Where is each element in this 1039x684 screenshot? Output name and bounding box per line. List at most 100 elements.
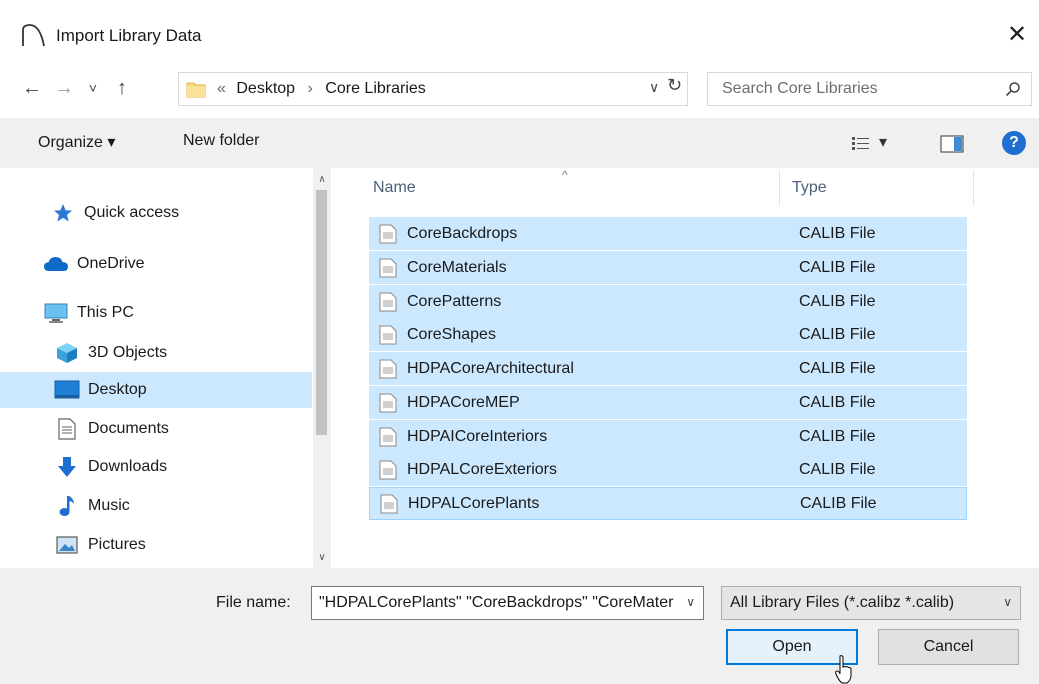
file-name: HDPAICoreInteriors: [407, 427, 548, 445]
back-button[interactable]: ←: [20, 74, 44, 102]
file-row[interactable]: HDPACoreArchitectural CALIB File: [369, 352, 967, 385]
picture-icon: [54, 534, 80, 556]
file-row[interactable]: CorePatterns CALIB File: [369, 285, 967, 318]
file-row[interactable]: CoreBackdrops CALIB File: [369, 217, 967, 250]
filter-dropdown-icon: ∨: [1003, 595, 1012, 609]
recent-locations-button[interactable]: ˅: [84, 74, 102, 102]
file-icon: [379, 224, 397, 243]
file-row[interactable]: HDPALCorePlants CALIB File: [369, 487, 967, 520]
breadcrumb-desktop[interactable]: Desktop: [236, 80, 295, 97]
address-bar[interactable]: « Desktop › Core Libraries ∨ ↻: [178, 72, 688, 106]
forward-button[interactable]: →: [52, 74, 76, 102]
nav-item-this-pc[interactable]: This PC: [0, 295, 312, 331]
file-type: CALIB File: [799, 325, 876, 343]
back-arrow-icon: ←: [22, 76, 42, 99]
file-type: CALIB File: [799, 258, 876, 276]
refresh-icon[interactable]: ↻: [667, 75, 682, 96]
nav-label: This PC: [77, 304, 134, 321]
file-row[interactable]: HDPAICoreInteriors CALIB File: [369, 420, 967, 453]
nav-item-quick-access[interactable]: Quick access: [0, 195, 312, 231]
address-dropdown-icon[interactable]: ∨: [649, 79, 659, 96]
file-row[interactable]: HDPACoreMEP CALIB File: [369, 386, 967, 419]
nav-label: OneDrive: [77, 255, 145, 272]
open-label: Open: [772, 638, 812, 655]
navigation-scrollbar[interactable]: ∧ ∨: [313, 168, 331, 568]
file-name-field[interactable]: "HDPALCorePlants" "CoreBackdrops" "CoreM…: [311, 586, 704, 620]
file-row[interactable]: CoreMaterials CALIB File: [369, 251, 967, 284]
nav-item-3d-objects[interactable]: 3D Objects: [0, 335, 312, 371]
file-name-dropdown-icon[interactable]: ∨: [686, 595, 695, 609]
breadcrumb-core-libraries[interactable]: Core Libraries: [325, 80, 425, 97]
arch-app-icon: [22, 24, 45, 47]
file-name: HDPACoreArchitectural: [407, 359, 574, 377]
file-row[interactable]: HDPALCoreExteriors CALIB File: [369, 453, 967, 486]
folder-icon: [186, 82, 206, 98]
file-type: CALIB File: [799, 393, 876, 411]
breadcrumb: « Desktop › Core Libraries: [217, 80, 426, 98]
file-icon: [379, 460, 397, 479]
address-row: ← → ˅ ↑ « Desktop › Core Libraries ∨ ↻ S…: [0, 66, 1039, 110]
new-folder-button[interactable]: New folder: [183, 132, 259, 150]
window-title: Import Library Data: [56, 26, 202, 45]
command-bar: Organize ▾ New folder ▾ ?: [0, 118, 1039, 168]
nav-label: Documents: [88, 420, 169, 437]
file-icon: [379, 292, 397, 311]
nav-item-desktop[interactable]: Desktop: [0, 372, 312, 408]
file-icon: [379, 325, 397, 344]
column-header-type[interactable]: Type: [792, 168, 827, 208]
cancel-button[interactable]: Cancel: [878, 629, 1019, 665]
download-arrow-icon: [54, 456, 80, 478]
desktop-icon: [54, 379, 80, 401]
dialog-footer: File name: "HDPALCorePlants" "CoreBackdr…: [0, 568, 1039, 684]
file-name-value: "HDPALCorePlants" "CoreBackdrops" "CoreM…: [319, 594, 674, 611]
chevron-down-icon: ˅: [88, 80, 98, 96]
column-header-name[interactable]: Name: [373, 168, 416, 208]
organize-button[interactable]: Organize ▾: [38, 132, 115, 152]
file-icon: [379, 393, 397, 412]
nav-label: Quick access: [84, 204, 180, 221]
nav-label: Pictures: [88, 536, 146, 553]
document-icon: [54, 418, 80, 440]
change-view-button[interactable]: ▾: [852, 134, 912, 154]
cloud-icon: [43, 253, 69, 275]
nav-item-onedrive[interactable]: OneDrive: [0, 246, 312, 282]
file-name: CorePatterns: [407, 292, 502, 310]
cancel-label: Cancel: [923, 638, 974, 655]
file-name: HDPALCoreExteriors: [407, 460, 557, 478]
star-icon: [50, 202, 76, 224]
column-divider[interactable]: [973, 170, 974, 206]
file-type: CALIB File: [799, 224, 876, 242]
scroll-up-icon[interactable]: ∧: [313, 170, 331, 188]
up-button[interactable]: ↑: [108, 74, 136, 102]
overflow-chevron-icon[interactable]: «: [217, 80, 226, 97]
nav-item-documents[interactable]: Documents: [0, 411, 312, 447]
breadcrumb-separator-icon[interactable]: ›: [308, 80, 313, 97]
close-icon: ✕: [1006, 20, 1028, 48]
close-button[interactable]: ✕: [995, 14, 1039, 54]
details-view-icon: [852, 137, 869, 150]
file-name: HDPACoreMEP: [407, 393, 520, 411]
nav-item-music[interactable]: Music: [0, 488, 312, 524]
nav-item-downloads[interactable]: Downloads: [0, 449, 312, 485]
up-arrow-icon: ↑: [117, 76, 127, 99]
column-divider[interactable]: [779, 170, 780, 206]
file-name: HDPALCorePlants: [408, 494, 540, 512]
search-placeholder: Search Core Libraries: [722, 80, 878, 97]
mouse-pointer-icon: [835, 655, 852, 684]
file-icon: [379, 427, 397, 446]
search-input[interactable]: Search Core Libraries: [707, 72, 1032, 106]
file-type: CALIB File: [800, 494, 877, 512]
file-type: CALIB File: [799, 292, 876, 310]
scrollbar-thumb[interactable]: [316, 190, 327, 435]
file-icon: [379, 258, 397, 277]
help-icon[interactable]: ?: [1002, 131, 1026, 155]
nav-label: Desktop: [88, 381, 147, 398]
preview-pane-icon[interactable]: [940, 135, 964, 153]
file-row[interactable]: CoreShapes CALIB File: [369, 318, 967, 351]
scroll-down-icon[interactable]: ∨: [313, 548, 331, 566]
sort-ascending-icon: ^: [562, 168, 568, 182]
file-name: CoreBackdrops: [407, 224, 518, 242]
nav-item-pictures[interactable]: Pictures: [0, 527, 312, 563]
file-type-filter-select[interactable]: All Library Files (*.calibz *.calib) ∨: [721, 586, 1021, 620]
title-bar: Import Library Data ✕: [0, 0, 1039, 66]
